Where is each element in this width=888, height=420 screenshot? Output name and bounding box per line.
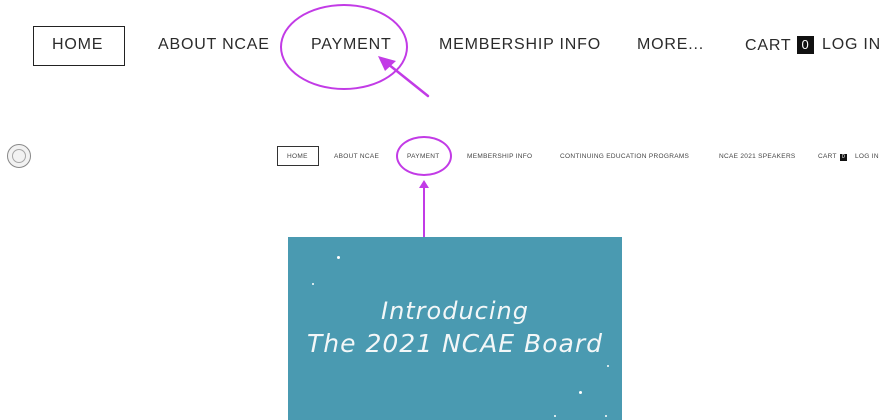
banner-dot	[312, 283, 314, 285]
board-banner: Introducing The 2021 NCAE Board	[288, 237, 622, 420]
seal-logo-icon[interactable]	[7, 144, 31, 168]
payment-small-highlight-circle	[396, 136, 452, 176]
cart-label: CART	[818, 153, 837, 160]
zoomed-arrow-icon	[378, 56, 430, 98]
zoomed-cart-label: CART	[745, 37, 792, 54]
vertical-arrow-icon	[419, 180, 429, 238]
cart-count: 0	[839, 154, 848, 161]
banner-dot	[579, 391, 582, 394]
banner-dot	[554, 415, 556, 417]
nav-cart[interactable]: CART 0	[818, 153, 848, 161]
nav-about[interactable]: ABOUT NCAE	[334, 153, 379, 160]
banner-dot	[337, 256, 340, 259]
banner-line-1: Introducing	[380, 297, 529, 325]
zoomed-nav-cart[interactable]: CART 0	[745, 36, 814, 55]
banner-dot	[607, 365, 609, 367]
nav-home[interactable]: HOME	[287, 153, 308, 160]
banner-dot	[605, 415, 607, 417]
zoomed-nav-more[interactable]: MORE...	[637, 36, 704, 54]
nav-login[interactable]: LOG IN	[855, 153, 879, 160]
zoomed-nav-about[interactable]: ABOUT NCAE	[158, 36, 270, 54]
zoomed-nav-login[interactable]: LOG IN	[822, 36, 881, 54]
nav-membership[interactable]: MEMBERSHIP INFO	[467, 153, 532, 160]
nav-speakers[interactable]: NCAE 2021 SPEAKERS	[719, 153, 796, 160]
banner-line-2: The 2021 NCAE Board	[307, 329, 603, 358]
zoomed-cart-count: 0	[797, 36, 814, 54]
nav-continuing-education[interactable]: CONTINUING EDUCATION PROGRAMS	[560, 153, 689, 160]
zoomed-nav-home[interactable]: HOME	[52, 36, 103, 54]
zoomed-nav-membership[interactable]: MEMBERSHIP INFO	[439, 36, 601, 54]
